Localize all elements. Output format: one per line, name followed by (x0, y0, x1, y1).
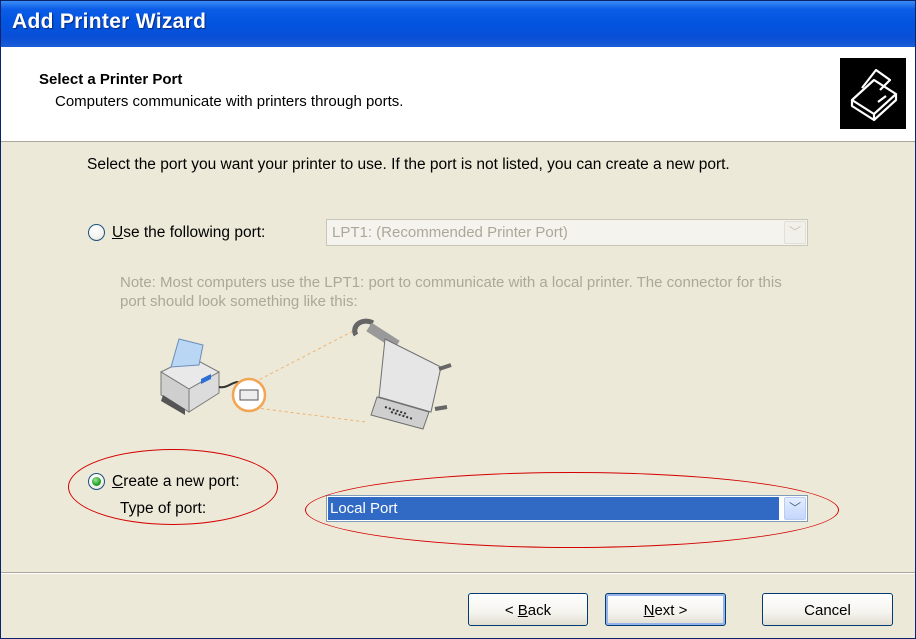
connector-illustration (141, 317, 481, 457)
create-port-mnemonic: C (112, 473, 124, 490)
next-mnemonic: N (643, 602, 655, 619)
port-note: Note: Most computers use the LPT1: port … (120, 274, 782, 310)
port-type-select-value: Local Port (328, 497, 779, 520)
wizard-content: Select the port you want your printer to… (1, 142, 915, 572)
create-new-port-radio[interactable] (88, 473, 105, 490)
port-select[interactable]: LPT1: (Recommended Printer Port) ﹀ (326, 219, 808, 246)
use-following-port-radio[interactable] (88, 224, 105, 241)
cancel-button[interactable]: Cancel (762, 593, 893, 626)
next-button[interactable]: Next > (605, 593, 726, 626)
add-printer-wizard-window: Add Printer Wizard Select a Printer Port… (0, 0, 916, 639)
port-type-dropdown-button[interactable]: ﹀ (784, 497, 806, 520)
next-label-rest: ext > (654, 602, 688, 619)
create-new-port-label[interactable]: Create a new port: (112, 473, 240, 491)
back-label-rest: ack (527, 602, 552, 619)
chevron-down-icon: ﹀ (789, 501, 802, 515)
title-bar[interactable]: Add Printer Wizard (1, 1, 915, 47)
instruction-text: Select the port you want your printer to… (87, 156, 730, 173)
port-select-dropdown-button[interactable]: ﹀ (784, 221, 806, 244)
use-port-label-rest: se the following port: (123, 224, 266, 241)
port-type-select[interactable]: Local Port ﹀ (326, 495, 808, 522)
db25-connector-icon (352, 318, 452, 430)
back-button[interactable]: < Back (468, 593, 588, 626)
type-of-port-label: Type of port: (120, 500, 207, 517)
back-prefix: < (504, 602, 518, 619)
port-select-value: LPT1: (Recommended Printer Port) (332, 224, 568, 241)
use-port-mnemonic: U (112, 224, 124, 241)
wizard-footer: < Back Next > Cancel (1, 572, 915, 639)
page-title: Select a Printer Port (39, 71, 183, 88)
page-subtitle: Computers communicate with printers thro… (55, 93, 404, 110)
printer-icon (840, 58, 906, 129)
create-port-label-rest: reate a new port: (123, 473, 240, 490)
wizard-header: Select a Printer Port Computers communic… (1, 47, 915, 142)
use-following-port-label[interactable]: Use the following port: (112, 224, 265, 242)
printer-illustration-icon (159, 338, 221, 415)
chevron-down-icon: ﹀ (789, 225, 802, 239)
window-title: Add Printer Wizard (12, 10, 207, 33)
back-mnemonic: B (517, 602, 528, 619)
